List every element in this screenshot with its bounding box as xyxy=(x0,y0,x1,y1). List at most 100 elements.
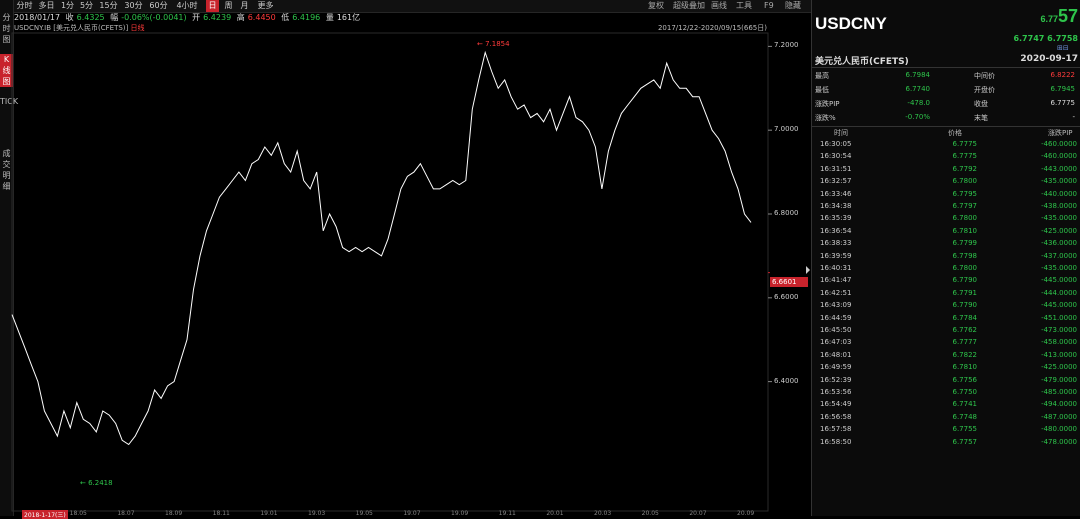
tick-time: 16:41:47 xyxy=(820,276,852,285)
tick-row[interactable]: 16:52:39 6.7756 -479.0000 xyxy=(812,374,1080,386)
tick-time: 16:48:01 xyxy=(820,350,852,359)
col-time: 时间 xyxy=(834,129,848,137)
tick-row[interactable]: 16:58:50 6.7757 -478.0000 xyxy=(812,436,1080,448)
tick-pip: -435.0000 xyxy=(1041,177,1077,186)
tick-row[interactable]: 16:56:58 6.7748 -487.0000 xyxy=(812,411,1080,423)
tick-pip: -485.0000 xyxy=(1041,388,1077,396)
tick-row[interactable]: 16:53:56 6.7750 -485.0000 xyxy=(812,386,1080,398)
tick-row[interactable]: 16:38:33 6.7799 -436.0000 xyxy=(812,237,1080,249)
tick-row[interactable]: 16:30:54 6.7775 -460.0000 xyxy=(812,150,1080,162)
tick-time: 16:34:38 xyxy=(820,202,852,210)
tick-row[interactable]: 16:54:49 6.7741 -494.0000 xyxy=(812,398,1080,410)
stat-value: 6.8222 xyxy=(1050,71,1076,79)
tick-time: 16:56:58 xyxy=(820,412,852,421)
ask-value: 6.7758 xyxy=(1047,34,1078,43)
tick-pip: -436.0000 xyxy=(1041,239,1077,248)
tick-price: 6.7792 xyxy=(952,164,978,173)
tick-time: 16:47:03 xyxy=(820,338,852,347)
stat-label: 最低 xyxy=(815,86,829,94)
tick-time: 16:30:05 xyxy=(820,140,852,148)
tick-price: 6.7756 xyxy=(952,375,978,384)
chart-frame xyxy=(11,32,769,512)
stat-label: 涨跌% xyxy=(815,114,836,122)
price-line-chart[interactable] xyxy=(0,0,811,516)
tick-price: 6.7798 xyxy=(952,251,978,260)
tick-time: 16:35:39 xyxy=(820,214,852,223)
collapse-icon[interactable]: ⊟ xyxy=(1063,44,1069,52)
last-price-pips: 57 xyxy=(1057,6,1078,26)
col-pip: 涨跌PIP xyxy=(1048,129,1073,137)
series-line xyxy=(11,50,752,446)
tick-row[interactable]: 16:41:47 6.7790 -445.0000 xyxy=(812,274,1080,286)
min-price-value: 6.2418 xyxy=(88,479,113,487)
max-price-value: 7.1854 xyxy=(485,40,510,48)
tick-price: 6.7800 xyxy=(952,177,978,186)
tick-row[interactable]: 16:49:59 6.7810 -425.0000 xyxy=(812,361,1080,373)
tick-pip: -438.0000 xyxy=(1041,202,1077,210)
tick-price: 6.7762 xyxy=(952,326,978,334)
tick-row[interactable]: 16:33:46 6.7795 -440.0000 xyxy=(812,188,1080,200)
tick-price: 6.7777 xyxy=(952,338,978,347)
tick-row[interactable]: 16:39:59 6.7798 -437.0000 xyxy=(812,250,1080,262)
tick-pip: -425.0000 xyxy=(1041,363,1077,372)
tick-price: 6.7800 xyxy=(952,264,978,272)
max-price-label: ← 7.1854 xyxy=(477,40,510,48)
tick-row[interactable]: 16:32:57 6.7800 -435.0000 xyxy=(812,175,1080,187)
tick-row[interactable]: 16:48:01 6.7822 -413.0000 xyxy=(812,349,1080,361)
tick-time: 16:54:49 xyxy=(820,400,852,409)
tick-row[interactable]: 16:57:58 6.7755 -480.0000 xyxy=(812,423,1080,435)
stat-value: 6.7740 xyxy=(905,85,931,93)
tick-row[interactable]: 16:31:51 6.7792 -443.0000 xyxy=(812,163,1080,175)
tick-pip: -460.0000 xyxy=(1041,140,1077,148)
tick-time: 16:44:59 xyxy=(820,313,852,322)
tick-row[interactable]: 16:35:39 6.7800 -435.0000 xyxy=(812,212,1080,224)
tick-time: 16:42:51 xyxy=(820,288,852,297)
x-tick-label: 2018-1-17(三) xyxy=(22,510,68,519)
stat-label: 中间价 xyxy=(974,72,995,80)
tick-time: 16:31:51 xyxy=(820,164,852,173)
tick-price: 6.7757 xyxy=(952,437,978,446)
tick-pip: -444.0000 xyxy=(1041,288,1077,297)
stat-value: 6.7775 xyxy=(1050,99,1076,107)
tick-row[interactable]: 16:43:09 6.7790 -445.0000 xyxy=(812,299,1080,311)
stat-label: 最高 xyxy=(815,72,829,80)
stat-value: 6.7945 xyxy=(1050,85,1076,93)
tick-pip: -440.0000 xyxy=(1041,189,1077,198)
tick-pip: -478.0000 xyxy=(1041,437,1077,446)
tick-pip: -480.0000 xyxy=(1041,425,1077,434)
tick-row[interactable]: 16:36:54 6.7810 -425.0000 xyxy=(812,225,1080,237)
tick-row[interactable]: 16:42:51 6.7791 -444.0000 xyxy=(812,287,1080,299)
tick-time: 16:52:39 xyxy=(820,375,852,384)
tick-time: 16:32:57 xyxy=(820,177,852,186)
tick-row[interactable]: 16:34:38 6.7797 -438.0000 xyxy=(812,200,1080,212)
tick-row[interactable]: 16:47:03 6.7777 -458.0000 xyxy=(812,336,1080,348)
chart-marks xyxy=(768,266,810,274)
tick-price: 6.7810 xyxy=(952,363,978,372)
tick-price: 6.7784 xyxy=(952,313,978,322)
tick-row[interactable]: 16:45:50 6.7762 -473.0000 xyxy=(812,324,1080,336)
instrument-name: 美元兑人民币(CFETS) xyxy=(815,57,909,67)
last-price-prefix: 6.77 xyxy=(1040,14,1058,24)
stat-value: 6.7984 xyxy=(905,71,931,79)
stat-label: 末笔 xyxy=(974,114,988,122)
y-tick-label: 7.0000 xyxy=(774,125,799,134)
tick-price: 6.7755 xyxy=(952,425,978,434)
y-tick-label: 6.8000 xyxy=(774,209,799,217)
tick-time: 16:36:54 xyxy=(820,226,852,235)
panel-collapse-arrow-icon xyxy=(806,266,810,274)
tick-time: 16:53:56 xyxy=(820,388,852,396)
tick-pip: -445.0000 xyxy=(1041,276,1077,285)
panel-toggle-icons[interactable]: ⊞⊟ xyxy=(1057,44,1069,52)
stat-label: 涨跌PIP xyxy=(815,100,840,108)
tick-row[interactable]: 16:44:59 6.7784 -451.0000 xyxy=(812,312,1080,324)
current-price-tag: 6.6601 xyxy=(770,277,808,287)
tick-row[interactable]: 16:40:31 6.7800 -435.0000 xyxy=(812,262,1080,274)
stat-value: -478.0 xyxy=(907,99,930,107)
stat-label: 开盘价 xyxy=(974,86,995,94)
y-tick-label: 6.6000 xyxy=(774,292,799,301)
tick-row[interactable]: 16:30:05 6.7775 -460.0000 xyxy=(812,138,1080,150)
tick-price: 6.7822 xyxy=(952,350,978,359)
stat-value: - xyxy=(1072,113,1075,121)
tick-pip: -435.0000 xyxy=(1041,214,1077,223)
tick-time: 16:43:09 xyxy=(820,301,852,310)
